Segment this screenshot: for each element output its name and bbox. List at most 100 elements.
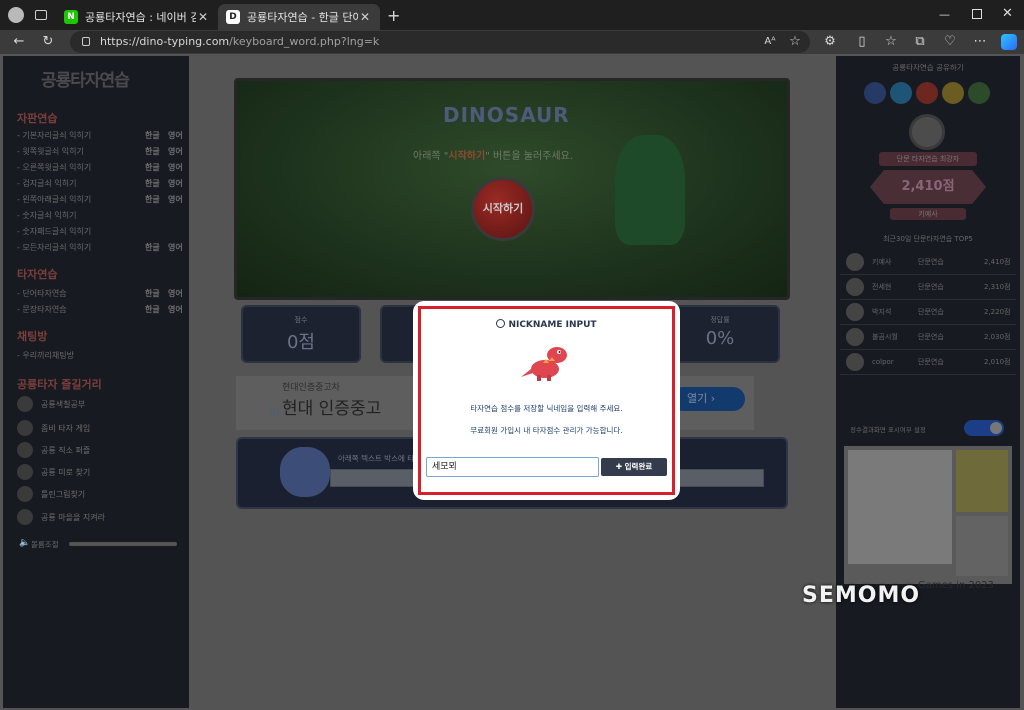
ad-open-button[interactable]: 열기 › xyxy=(671,387,745,411)
score-value: 0점 xyxy=(286,332,315,353)
user-avatar xyxy=(846,353,864,371)
profile-avatar-icon[interactable] xyxy=(8,7,24,23)
modal-message-2: 무료회원 가입시 내 타자점수 관리가 가능합니다. xyxy=(470,426,623,435)
top5-list: 키예사 단문연습 2,410점 전세현 단문연습 2,310점 박지석 단문연습… xyxy=(840,250,1016,375)
back-icon[interactable]: ← xyxy=(9,30,29,54)
menu-item[interactable]: - 모든자리글쇠 익히기 xyxy=(17,242,91,253)
favorite-star-icon[interactable]: ☆ xyxy=(785,30,805,54)
menu-item[interactable]: - 문장타자연습 xyxy=(17,304,67,315)
list-item: 키예사 단문연습 2,410점 xyxy=(840,250,1016,275)
menu-item[interactable]: - 오른쪽윗글쇠 익히기 xyxy=(17,162,91,173)
read-aloud-icon[interactable]: Aᴬ xyxy=(760,30,780,54)
lang-link-ko[interactable]: 한글 xyxy=(145,194,160,205)
modal-title: NICKNAME INPUT xyxy=(421,319,672,330)
twitter-icon[interactable] xyxy=(890,82,912,104)
result-setting-toggle[interactable] xyxy=(964,420,1004,436)
fun-item-label: 공룡색칠공부 xyxy=(41,399,86,409)
lang-link-ko[interactable]: 한글 xyxy=(145,178,160,189)
split-screen-icon[interactable]: ▯ xyxy=(852,30,872,54)
collections-icon[interactable]: ⧉ xyxy=(910,30,930,54)
url-path: /keyboard_word.php?lng=k xyxy=(229,35,380,48)
start-button[interactable]: 시작하기 xyxy=(471,177,535,241)
fun-item[interactable]: 공룡색칠공부 xyxy=(17,396,85,412)
menu-item[interactable]: - 기본자리글쇠 익히기 xyxy=(17,130,91,141)
fun-item[interactable]: 공룡 마을을 지켜라 xyxy=(17,509,105,525)
copilot-icon[interactable] xyxy=(1001,34,1017,50)
fun-item-label: 틀린그림찾기 xyxy=(41,489,86,499)
tab-naver-search[interactable]: N 공룡타자연습 : 네이버 검색 ✕ xyxy=(56,4,218,30)
section-title: 공룡타자 즐길거리 xyxy=(17,378,102,391)
champion-name: 키예사 xyxy=(890,208,966,220)
lang-link-en[interactable]: 영어 xyxy=(168,130,183,141)
health-icon[interactable]: ♡ xyxy=(940,30,960,54)
menu-item[interactable]: - 숫자글쇠 익히기 xyxy=(17,210,77,221)
left-sidebar: 공룡타자연습 자판연습 - 기본자리글쇠 익히기 - 윗쪽윗글쇠 익히기 - 오… xyxy=(3,56,189,708)
user-avatar xyxy=(846,278,864,296)
lang-link-en[interactable]: 영어 xyxy=(168,242,183,253)
start-button-label: 시작하기 xyxy=(482,202,524,215)
new-tab-icon[interactable]: + xyxy=(387,6,400,25)
puzzle-icon xyxy=(17,442,33,458)
menu-item[interactable]: - 왼쪽아래글쇠 익히기 xyxy=(17,194,91,205)
idea-icon[interactable] xyxy=(942,82,964,104)
url-field[interactable]: https://dino-typing.com/keyboard_word.ph… xyxy=(70,31,810,53)
lang-link-ko[interactable]: 한글 xyxy=(145,162,160,173)
close-tab-icon[interactable]: ✕ xyxy=(358,10,372,24)
lang-link-ko[interactable]: 한글 xyxy=(145,130,160,141)
lang-link-en[interactable]: 영어 xyxy=(168,146,183,157)
lang-link-ko[interactable]: 한글 xyxy=(145,304,160,315)
menu-item[interactable]: - 숫자패드글쇠 익히기 xyxy=(17,226,91,237)
maximize-icon[interactable] xyxy=(972,9,982,19)
lang-link-ko[interactable]: 한글 xyxy=(145,146,160,157)
facebook-icon[interactable] xyxy=(864,82,886,104)
volume-icon: 🔈 xyxy=(19,538,31,548)
more-menu-icon[interactable]: ⋯ xyxy=(970,30,990,54)
section-title: 자판연습 xyxy=(17,112,58,125)
refresh-icon[interactable]: ↻ xyxy=(38,30,58,54)
tab-dino-typing[interactable]: D 공룡타자연습 - 한글 단어 타자연 ✕ xyxy=(218,4,380,30)
ad-info-icon[interactable]: ⓘ xyxy=(270,406,279,419)
practice-type: 단문연습 xyxy=(918,283,944,291)
close-tab-icon[interactable]: ✕ xyxy=(196,10,210,24)
game-title: DINOSAUR xyxy=(443,103,570,127)
close-window-icon[interactable]: ✕ xyxy=(1002,6,1013,21)
toggle-knob xyxy=(990,422,1002,434)
share-title: 공룡타자연습 공유하기 xyxy=(892,63,964,72)
google-plus-icon[interactable] xyxy=(916,82,938,104)
menu-item[interactable]: - 우리끼리채팅방 xyxy=(17,350,74,361)
lang-link-en[interactable]: 영어 xyxy=(168,178,183,189)
fun-item[interactable]: 좀비 타자 게임 xyxy=(17,420,90,436)
extensions-icon[interactable]: ⚙ xyxy=(820,30,840,54)
practice-type: 단문연습 xyxy=(918,258,944,266)
tops-title: 최근30일 단문타자연습 TOP5 xyxy=(883,235,973,243)
instruction-text: 아래쪽 " xyxy=(413,151,449,162)
fun-item[interactable]: 공룡 직소 퍼즐 xyxy=(17,442,90,458)
fun-item-label: 공룡 마을을 지켜라 xyxy=(41,512,105,522)
section-title: 타자연습 xyxy=(17,268,58,281)
lang-link-en[interactable]: 영어 xyxy=(168,194,183,205)
volume-slider[interactable] xyxy=(69,542,177,546)
list-item: colpor 단문연습 2,010점 xyxy=(840,350,1016,375)
menu-item[interactable]: - 검지글쇠 익히기 xyxy=(17,178,77,189)
favorites-icon[interactable]: ☆ xyxy=(881,30,901,54)
tab-actions-icon[interactable] xyxy=(35,10,47,20)
lang-link-ko[interactable]: 한글 xyxy=(145,242,160,253)
lang-link-en[interactable]: 영어 xyxy=(168,304,183,315)
minimize-icon[interactable]: — xyxy=(939,8,950,21)
lang-link-en[interactable]: 영어 xyxy=(168,288,183,299)
menu-item[interactable]: - 단어타자연습 xyxy=(17,288,67,299)
fun-item[interactable]: 공룡 미로 찾기 xyxy=(17,464,90,480)
menu-item[interactable]: - 윗쪽윗글쇠 익히기 xyxy=(17,146,84,157)
ad-open-label: 열기 xyxy=(687,392,708,405)
tab-label: 공룡타자연습 - 한글 단어 타자연 xyxy=(247,11,358,24)
submit-button[interactable]: ✚ 입력완료 xyxy=(601,458,667,476)
fun-item[interactable]: 틀린그림찾기 xyxy=(17,486,85,502)
champion-avatar xyxy=(909,114,945,150)
side-ad[interactable]: Games in 2023 xyxy=(844,446,1012,591)
site-logo[interactable]: 공룡타자연습 xyxy=(41,66,130,91)
nickname-input[interactable]: 세모뫼 xyxy=(426,457,599,477)
lang-link-en[interactable]: 영어 xyxy=(168,162,183,173)
lang-link-ko[interactable]: 한글 xyxy=(145,288,160,299)
champion-label: 단문 타자연습 최강자 xyxy=(879,152,977,166)
band-icon[interactable] xyxy=(968,82,990,104)
